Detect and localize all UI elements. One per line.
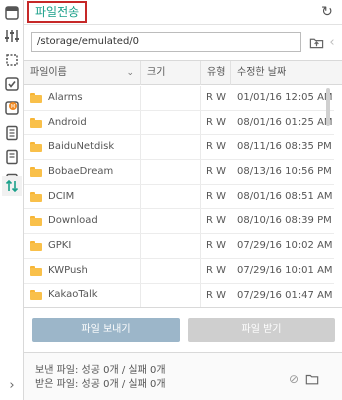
row-type: R W [205, 240, 226, 252]
row-size [141, 234, 201, 258]
folder-icon [30, 265, 42, 276]
row-type: R W [205, 289, 226, 301]
cancel-icon[interactable]: ⊘ [287, 372, 301, 386]
list-icon[interactable] [2, 123, 22, 143]
equalizer-icon[interactable] [2, 26, 22, 46]
row-size [141, 86, 201, 110]
chevron-down-icon[interactable]: ⌄ [126, 61, 134, 85]
folder-icon [30, 290, 42, 301]
file-transfer-icon[interactable] [2, 176, 22, 196]
page-title[interactable]: 파일전송 [27, 1, 88, 23]
side-toolbar: M › [0, 0, 24, 400]
row-size [141, 110, 201, 135]
row-name: BobaeDream [48, 165, 114, 177]
chat-badge-icon[interactable]: M [2, 98, 22, 118]
table-row[interactable]: BobaeDream R W 08/13/16 10:56 PM [24, 160, 334, 185]
row-name-cell: Android [24, 110, 141, 135]
expand-icon[interactable]: › [4, 378, 20, 394]
table-row[interactable]: KakaoTalk R W 07/29/16 01:47 AM [24, 283, 334, 307]
row-type: R W [205, 92, 226, 103]
row-name: Android [48, 116, 87, 128]
folder-icon [30, 117, 42, 128]
row-size [141, 209, 201, 234]
vertical-scrollbar[interactable] [314, 86, 340, 307]
scrollbar-thumb[interactable] [326, 88, 330, 126]
folder-icon [30, 216, 42, 227]
row-size [141, 283, 201, 307]
row-name-cell: KWPush [24, 258, 141, 283]
row-type: R W [205, 215, 226, 227]
row-name: Download [48, 215, 98, 227]
row-type: R W [205, 166, 226, 178]
row-size [141, 135, 201, 160]
file-table: 파일이름 ⌄ 크기 유형 수정한 날짜 Alarms R W 01/01/16 … [24, 60, 342, 307]
column-name-label: 파일이름 [30, 67, 67, 78]
column-header-date[interactable]: 수정한 날짜 [231, 61, 334, 85]
row-name: GPKI [48, 239, 72, 251]
row-size [141, 160, 201, 184]
received-status: 받은 파일: 성공 0개 / 실패 0개 [35, 379, 166, 390]
svg-text:M: M [11, 104, 15, 110]
row-name-cell: BaiduNetdisk [24, 135, 141, 160]
row-type: R W [205, 141, 226, 153]
row-name-cell: DCIM [24, 184, 141, 209]
column-header-name[interactable]: 파일이름 ⌄ [24, 61, 141, 85]
row-size [141, 258, 201, 283]
table-row[interactable]: BaiduNetdisk R W 08/11/16 08:35 PM [24, 135, 334, 161]
row-type: R W [205, 116, 226, 128]
window-icon[interactable] [2, 3, 22, 23]
upload-folder-icon[interactable] [308, 32, 324, 52]
row-name-cell: Alarms [24, 86, 141, 110]
table-row[interactable]: KWPush R W 07/29/16 10:01 AM [24, 258, 334, 284]
row-name: Alarms [48, 91, 83, 103]
document-icon[interactable] [2, 147, 22, 167]
row-name: DCIM [48, 190, 75, 202]
folder-icon [30, 191, 42, 202]
transfer-actions: 파일 보내기 파일 받기 [24, 307, 342, 353]
table-row[interactable]: GPKI R W 07/29/16 10:02 AM [24, 234, 334, 259]
path-bar: /storage/emulated/0 ‹ › [24, 25, 342, 60]
receive-files-button[interactable]: 파일 받기 [188, 318, 335, 342]
row-name-cell: BobaeDream [24, 160, 141, 184]
column-header-type[interactable]: 유형 [201, 61, 231, 85]
row-name-cell: KakaoTalk [24, 283, 141, 307]
folder-icon [30, 166, 42, 177]
header-bar: 파일전송 ↻ [24, 0, 342, 25]
checkbox-icon[interactable] [2, 74, 22, 94]
column-header-size[interactable]: 크기 [141, 61, 201, 85]
table-row[interactable]: Android R W 08/01/16 01:25 AM [24, 110, 334, 136]
refresh-icon[interactable]: ↻ [320, 4, 334, 20]
path-input[interactable]: /storage/emulated/0 [31, 32, 301, 52]
folder-icon [30, 92, 42, 103]
file-transfer-panel: M › 파일전송 ↻ /storage/emulated/0 ‹ › 파 [0, 0, 342, 400]
folder-icon [30, 142, 42, 153]
row-name: KakaoTalk [48, 289, 98, 301]
table-row[interactable]: Alarms R W 01/01/16 12:05 AM [24, 86, 334, 111]
row-name: BaiduNetdisk [48, 141, 115, 153]
table-body: Alarms R W 01/01/16 12:05 AM Android R W… [24, 86, 334, 307]
table-row[interactable]: DCIM R W 08/01/16 08:51 AM [24, 184, 334, 210]
sent-status: 보낸 파일: 성공 0개 / 실패 0개 [35, 365, 166, 376]
row-size [141, 184, 201, 209]
row-name-cell: GPKI [24, 234, 141, 258]
row-type: R W [205, 264, 226, 276]
table-row[interactable]: Download R W 08/10/16 08:39 PM [24, 209, 334, 235]
row-name-cell: Download [24, 209, 141, 234]
screen-capture-icon[interactable] [2, 50, 22, 70]
table-header: 파일이름 ⌄ 크기 유형 수정한 날짜 [24, 61, 342, 85]
transfer-status: 보낸 파일: 성공 0개 / 실패 0개 받은 파일: 성공 0개 / 실패 0… [24, 353, 342, 400]
row-name: KWPush [48, 264, 88, 276]
folder-icon [30, 240, 42, 251]
row-type: R W [205, 190, 226, 202]
open-folder-icon[interactable] [305, 372, 319, 386]
back-icon[interactable]: ‹ [326, 32, 338, 52]
send-files-button[interactable]: 파일 보내기 [32, 318, 180, 342]
